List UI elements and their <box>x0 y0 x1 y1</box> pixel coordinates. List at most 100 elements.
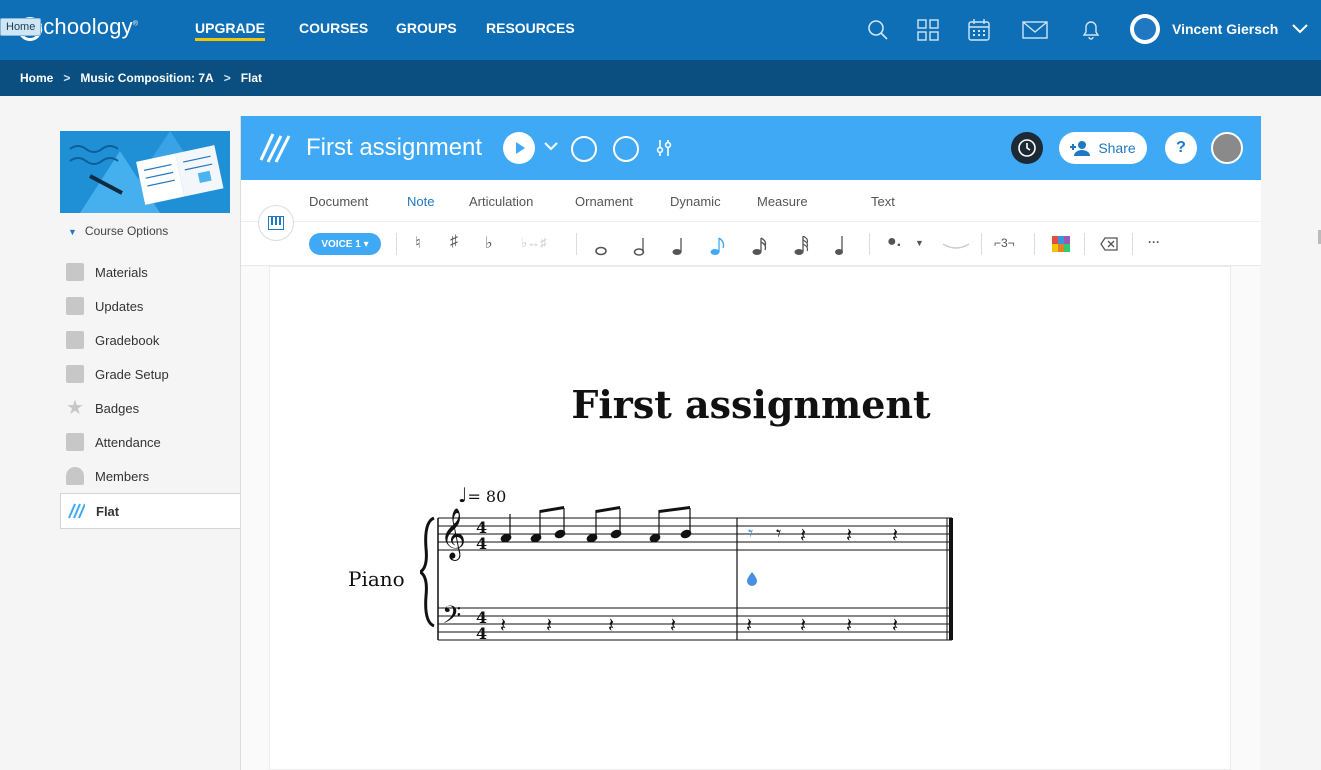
chevron-down-icon[interactable] <box>544 142 558 152</box>
play-button[interactable] <box>503 132 535 164</box>
half-note-icon[interactable] <box>633 238 645 256</box>
calendar-icon[interactable] <box>967 18 991 42</box>
dotted-note-button[interactable]: ●. <box>887 233 901 251</box>
sidebar-item-materials[interactable]: Materials <box>60 255 241 289</box>
natural-button[interactable]: ♮ <box>415 233 421 253</box>
flat-editor: First assignment Share ? Document Note A… <box>240 116 1261 770</box>
sidebar-item-badges[interactable]: ★ Badges <box>60 391 241 425</box>
piano-keyboard-toggle[interactable] <box>258 205 294 241</box>
voice-label: VOICE 1 <box>321 238 361 250</box>
members-icon <box>66 467 84 485</box>
search-icon[interactable] <box>866 18 890 42</box>
more-options-button[interactable]: ··· <box>1148 235 1160 249</box>
sidebar-item-label: Materials <box>95 264 148 280</box>
tab-dynamic[interactable]: Dynamic <box>670 194 721 209</box>
thirty-second-note-icon[interactable] <box>794 236 809 255</box>
grand-staff[interactable]: 𝄞 𝄢 44 44 𝄾 � <box>420 502 960 642</box>
treble-clef-icon: 𝄞 <box>440 508 466 561</box>
breadcrumb-home[interactable]: Home <box>20 71 53 85</box>
volume-icon[interactable] <box>613 136 639 162</box>
caret-down-icon: ▼ <box>68 227 77 237</box>
svg-text:𝄽: 𝄽 <box>670 613 676 637</box>
tab-note[interactable]: Note <box>407 194 434 209</box>
sidebar-item-label: Updates <box>95 298 144 314</box>
course-illustration-icon <box>60 131 230 213</box>
tab-ornament[interactable]: Ornament <box>575 194 633 209</box>
apps-grid-icon[interactable] <box>916 18 940 42</box>
selected-eighth-rest[interactable]: 𝄾 <box>748 521 753 545</box>
gradebook-icon <box>66 331 84 349</box>
history-clock-icon <box>1018 139 1036 157</box>
eighth-note-icon[interactable] <box>710 237 725 255</box>
toolbar-divider <box>576 233 577 255</box>
sixty-fourth-note-icon[interactable] <box>835 236 843 255</box>
course-profile-image[interactable] <box>60 131 230 213</box>
nav-resources[interactable]: RESOURCES <box>486 20 575 36</box>
tab-text[interactable]: Text <box>871 194 895 209</box>
tab-measure[interactable]: Measure <box>757 194 808 209</box>
svg-text:𝄽: 𝄽 <box>846 523 852 547</box>
avatar <box>1130 14 1160 44</box>
delete-backspace-icon[interactable] <box>1100 237 1118 251</box>
breadcrumb-course[interactable]: Music Composition: 7A <box>80 71 213 85</box>
piano-icon <box>268 216 284 230</box>
quarter-note-icon[interactable] <box>672 238 682 255</box>
sixteenth-note-icon[interactable] <box>752 237 767 255</box>
notification-bell-icon[interactable] <box>1079 18 1103 42</box>
breadcrumb-current[interactable]: Flat <box>241 71 262 85</box>
mixer-sliders-icon[interactable] <box>656 138 672 158</box>
toolbar-divider <box>1084 233 1085 255</box>
add-person-icon <box>1070 141 1091 156</box>
svg-text:4: 4 <box>476 624 487 642</box>
sidebar-item-updates[interactable]: Updates <box>60 289 241 323</box>
sidebar-item-flat[interactable]: Flat <box>60 493 241 529</box>
bass-rests[interactable]: 𝄽 𝄽 𝄽 𝄽 𝄽 𝄽 𝄽 𝄽 <box>500 613 898 637</box>
score-title[interactable]: First assignment <box>270 382 1232 427</box>
svg-text:𝄽: 𝄽 <box>800 523 806 547</box>
tie-icon[interactable] <box>941 242 971 250</box>
sharp-button[interactable]: ♯ <box>450 233 458 251</box>
sidebar-item-grade-setup[interactable]: Grade Setup <box>60 357 241 391</box>
flat-logo-icon[interactable] <box>259 130 291 164</box>
course-options-toggle[interactable]: ▼ Course Options <box>68 224 168 238</box>
score-title-header[interactable]: First assignment <box>306 134 482 162</box>
course-menu: Materials Updates Gradebook Grade Setup … <box>60 255 241 529</box>
flat-accidental-button[interactable]: ♭ <box>485 233 493 253</box>
whole-note-icon[interactable] <box>595 246 607 256</box>
sidebar-item-members[interactable]: Members <box>60 459 241 493</box>
sidebar-item-attendance[interactable]: Attendance <box>60 425 241 459</box>
instrument-name[interactable]: Piano <box>348 567 405 591</box>
nav-courses[interactable]: COURSES <box>299 20 368 36</box>
tab-articulation[interactable]: Articulation <box>469 194 533 209</box>
nav-groups[interactable]: GROUPS <box>396 20 457 36</box>
measure-1-treble-notes[interactable] <box>500 506 692 543</box>
dot-dropdown-caret-icon[interactable]: ▼ <box>915 238 924 248</box>
top-navigation-bar: Home schoology® UPGRADE COURSES GROUPS R… <box>0 0 1321 60</box>
avatar[interactable] <box>1211 132 1243 164</box>
user-menu[interactable]: Vincent Giersch <box>1130 14 1309 44</box>
play-icon <box>516 142 525 154</box>
metronome-tuning-icon[interactable] <box>571 136 597 162</box>
schoology-logo[interactable]: schoology® <box>32 14 138 40</box>
color-palette-icon[interactable] <box>1052 236 1070 252</box>
breadcrumb-separator: > <box>63 71 71 85</box>
tab-document[interactable]: Document <box>309 194 368 209</box>
enharmonic-button[interactable]: ♭↔♯ <box>521 235 547 251</box>
history-button[interactable] <box>1011 132 1043 164</box>
sidebar-item-gradebook[interactable]: Gradebook <box>60 323 241 357</box>
score-page[interactable]: First assignment ♩= 80 Piano 𝄞 𝄢 4 4 4 4… <box>269 266 1231 770</box>
flat-logo-icon <box>68 503 85 519</box>
tuplet-button[interactable]: ⌐3¬ <box>994 236 1015 250</box>
attendance-icon <box>66 433 84 451</box>
svg-text:𝄾: 𝄾 <box>776 521 781 545</box>
voice-selector[interactable]: VOICE 1 ▾ <box>309 233 381 255</box>
bass-clef-icon: 𝄢 <box>442 601 461 636</box>
chevron-down-icon[interactable] <box>1292 24 1309 34</box>
share-button[interactable]: Share <box>1059 132 1147 164</box>
nav-upgrade[interactable]: UPGRADE <box>195 20 266 41</box>
mail-icon[interactable] <box>1021 18 1049 42</box>
help-icon[interactable]: ? <box>1165 132 1197 164</box>
input-cursor-drop-icon <box>747 572 757 586</box>
svg-text:𝄽: 𝄽 <box>500 613 506 637</box>
breadcrumb: Home > Music Composition: 7A > Flat <box>0 60 1321 96</box>
